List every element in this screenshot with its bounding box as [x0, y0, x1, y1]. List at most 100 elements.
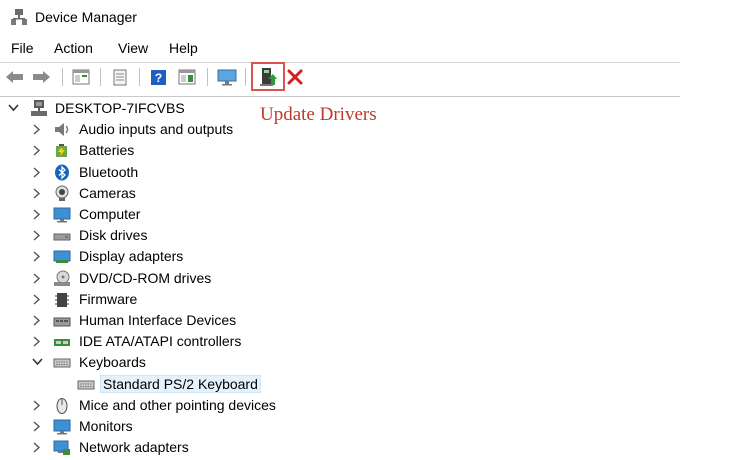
help-button[interactable]: ? [147, 66, 169, 88]
forward-button[interactable] [30, 66, 52, 88]
chevron-right-icon[interactable] [31, 123, 43, 135]
tree-root[interactable]: DESKTOP-7IFCVBS [0, 98, 260, 119]
mouse-icon [56, 398, 68, 414]
speaker-icon [55, 123, 69, 136]
title-bar: Device Manager [0, 0, 750, 34]
category-label: Batteries [79, 142, 135, 158]
tree-category-item[interactable]: Monitors [0, 416, 420, 437]
dvd-drive-icon [54, 270, 70, 286]
chevron-right-icon[interactable] [31, 250, 43, 262]
category-label: Audio inputs and outputs [79, 121, 234, 137]
chevron-down-icon[interactable] [31, 356, 43, 368]
chevron-right-icon[interactable] [31, 335, 43, 347]
chevron-right-icon[interactable] [31, 399, 43, 411]
monitor-icon [217, 69, 237, 85]
category-label: Monitors [79, 418, 133, 434]
keyboard-icon [77, 380, 95, 390]
properties-icon [113, 69, 127, 85]
toolbar-divider [139, 68, 140, 86]
tree-category-item[interactable]: Audio inputs and outputs [0, 119, 420, 140]
tree-category-item[interactable]: Display adapters [0, 246, 420, 267]
menu-file[interactable]: File [11, 40, 34, 56]
category-label: Cameras [79, 185, 136, 201]
properties-button[interactable] [109, 66, 131, 88]
action-pane-icon [178, 69, 196, 85]
category-label: IDE ATA/ATAPI controllers [79, 333, 242, 349]
chevron-right-icon[interactable] [31, 272, 43, 284]
menu-bar: File Action View Help [0, 38, 680, 60]
hid-icon [53, 317, 71, 327]
chevron-right-icon[interactable] [31, 293, 43, 305]
monitor-icon [53, 419, 71, 435]
toolbar-divider [245, 68, 246, 86]
chevron-right-icon[interactable] [31, 187, 43, 199]
tree-category-item[interactable]: Bluetooth [0, 162, 420, 183]
uninstall-icon [287, 69, 303, 85]
category-label: DVD/CD-ROM drives [79, 270, 212, 286]
device-manager-icon [11, 9, 27, 25]
svg-text:?: ? [154, 71, 161, 85]
tree-category-item[interactable]: Cameras [0, 183, 420, 204]
chevron-down-icon[interactable] [7, 102, 19, 114]
disk-drive-icon [53, 233, 71, 241]
bluetooth-icon [55, 164, 69, 181]
toolbar-top-divider [0, 62, 680, 63]
tree-category-item[interactable]: Disk drives [0, 225, 420, 246]
tree-category-item[interactable]: Network adapters [0, 437, 420, 458]
properties-pane-button[interactable] [70, 66, 92, 88]
back-button[interactable] [4, 66, 26, 88]
properties-pane-icon [72, 69, 90, 85]
tree-category-item[interactable]: Mice and other pointing devices [0, 395, 420, 416]
scan-hardware-button[interactable] [216, 66, 238, 88]
back-icon [6, 71, 23, 83]
forward-icon [33, 71, 50, 83]
toolbar-divider [62, 68, 63, 86]
category-label: Keyboards [79, 354, 146, 370]
camera-icon [55, 185, 69, 201]
category-label: Computer [79, 206, 141, 222]
menu-help[interactable]: Help [169, 40, 198, 56]
tree-category-item[interactable]: IDE ATA/ATAPI controllers [0, 331, 420, 352]
category-label: Bluetooth [79, 164, 139, 180]
computer-icon [53, 207, 71, 223]
chevron-right-icon[interactable] [31, 229, 43, 241]
ide-controller-icon [54, 339, 70, 346]
category-label: Network adapters [79, 439, 189, 455]
action-pane-button[interactable] [176, 66, 198, 88]
category-label: Human Interface Devices [79, 312, 237, 328]
device-label: Standard PS/2 Keyboard [100, 375, 261, 393]
window-title: Device Manager [35, 9, 137, 25]
menu-view[interactable]: View [118, 40, 148, 56]
tree-category-item[interactable]: DVD/CD-ROM drives [0, 268, 420, 289]
chevron-right-icon[interactable] [31, 166, 43, 178]
tree-category-item[interactable]: Firmware [0, 289, 420, 310]
toolbar-divider [100, 68, 101, 86]
tree-device-item[interactable]: Standard PS/2 Keyboard [0, 374, 420, 395]
chevron-right-icon[interactable] [31, 314, 43, 326]
chevron-right-icon[interactable] [31, 208, 43, 220]
network-adapter-icon [53, 440, 70, 455]
toolbar-bottom-divider [0, 96, 680, 97]
category-label: Firmware [79, 291, 138, 307]
uninstall-button[interactable] [284, 66, 306, 88]
category-label: Mice and other pointing devices [79, 397, 276, 413]
tree-category-item[interactable]: Computer [0, 204, 420, 225]
computer-root-icon [31, 100, 47, 116]
category-label: Display adapters [79, 248, 184, 264]
tree-root-label: DESKTOP-7IFCVBS [55, 100, 185, 116]
firmware-icon [55, 293, 69, 307]
tree-category-item[interactable]: Human Interface Devices [0, 310, 420, 331]
tree-category-item[interactable]: Batteries [0, 140, 420, 161]
menu-action[interactable]: Action [54, 40, 93, 56]
tree-category-item[interactable]: Keyboards [0, 352, 420, 373]
display-adapter-icon [53, 250, 71, 263]
battery-icon [56, 144, 67, 157]
chevron-right-icon[interactable] [31, 420, 43, 432]
help-icon: ? [150, 69, 166, 85]
chevron-right-icon[interactable] [31, 441, 43, 453]
chevron-right-icon[interactable] [31, 144, 43, 156]
keyboard-icon [53, 358, 71, 368]
toolbar-divider [207, 68, 208, 86]
update-driver-highlight [251, 62, 285, 91]
toolbar: ? [0, 62, 680, 97]
